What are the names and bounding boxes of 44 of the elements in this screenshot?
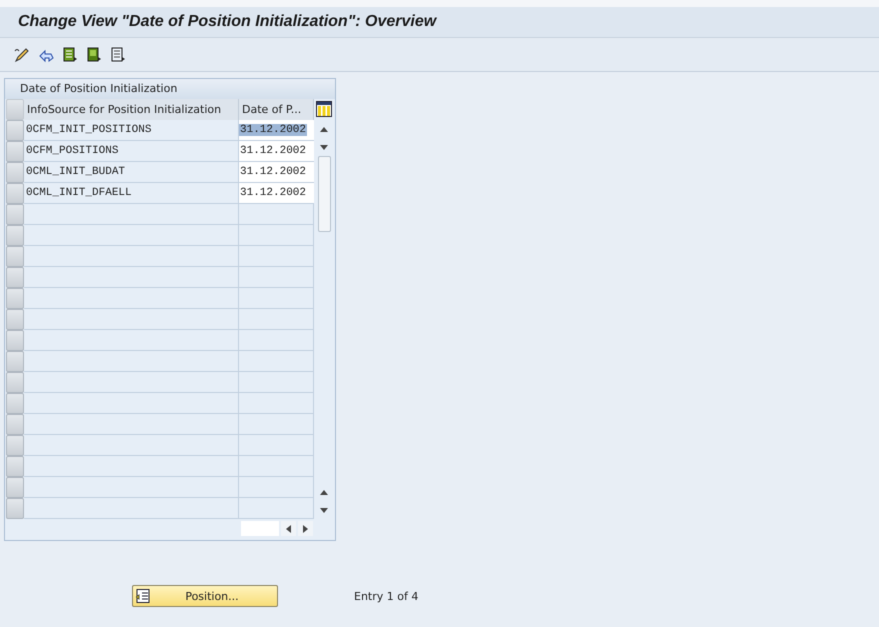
scrollbar-thumb[interactable]: [318, 156, 330, 232]
table-cell: 0CML_INIT_BUDAT: [24, 162, 239, 183]
row-selector[interactable]: [6, 414, 24, 435]
table-cell: 0CML_INIT_DFAELL: [24, 183, 239, 204]
row-selector[interactable]: [6, 435, 24, 456]
row-selector[interactable]: [6, 393, 24, 414]
column-header[interactable]: InfoSource for Position Initialization: [24, 99, 239, 120]
column-header[interactable]: Date of P...: [239, 99, 314, 120]
entry-count: Entry 1 of 4: [354, 590, 418, 602]
up-arrow-icon[interactable]: [320, 126, 328, 132]
position-icon: [136, 589, 150, 603]
row-selector[interactable]: [6, 204, 24, 225]
row-selector[interactable]: [6, 246, 24, 267]
column-settings-icon[interactable]: [316, 101, 332, 117]
row-selector[interactable]: [6, 288, 24, 309]
pencil-icon[interactable]: [14, 46, 30, 62]
up-arrow-icon[interactable]: [320, 490, 328, 494]
date-input[interactable]: 31.12.2002: [239, 124, 308, 136]
document-icon[interactable]: [110, 46, 126, 62]
row-selector[interactable]: [6, 477, 24, 498]
row-selector[interactable]: [6, 120, 24, 141]
row-selector[interactable]: [6, 309, 24, 330]
row-selector[interactable]: [6, 267, 24, 288]
row-selector[interactable]: [6, 225, 24, 246]
row-selector[interactable]: [6, 330, 24, 351]
document-icon[interactable]: [86, 46, 102, 62]
table-cell: 0CFM_POSITIONS: [24, 141, 239, 162]
down-arrow-icon[interactable]: [320, 508, 328, 512]
left-arrow-icon[interactable]: [286, 524, 291, 532]
row-selector[interactable]: [6, 162, 24, 183]
row-selector[interactable]: [6, 351, 24, 372]
position-button[interactable]: Position...: [132, 585, 278, 607]
down-arrow-icon[interactable]: [320, 144, 328, 150]
row-selector[interactable]: [6, 372, 24, 393]
scrollbar-track[interactable]: [241, 521, 279, 536]
row-selector[interactable]: [6, 456, 24, 477]
row-selector[interactable]: [6, 141, 24, 162]
window-title: Change View "Date of Position Initialization": Overview: [18, 13, 436, 31]
select-all-button[interactable]: [6, 99, 24, 120]
right-arrow-icon[interactable]: [303, 524, 308, 532]
row-selector[interactable]: [6, 183, 24, 204]
row-selector[interactable]: [6, 498, 24, 519]
table-cell: 0CFM_INIT_POSITIONS: [24, 120, 239, 141]
document-icon[interactable]: [62, 46, 78, 62]
